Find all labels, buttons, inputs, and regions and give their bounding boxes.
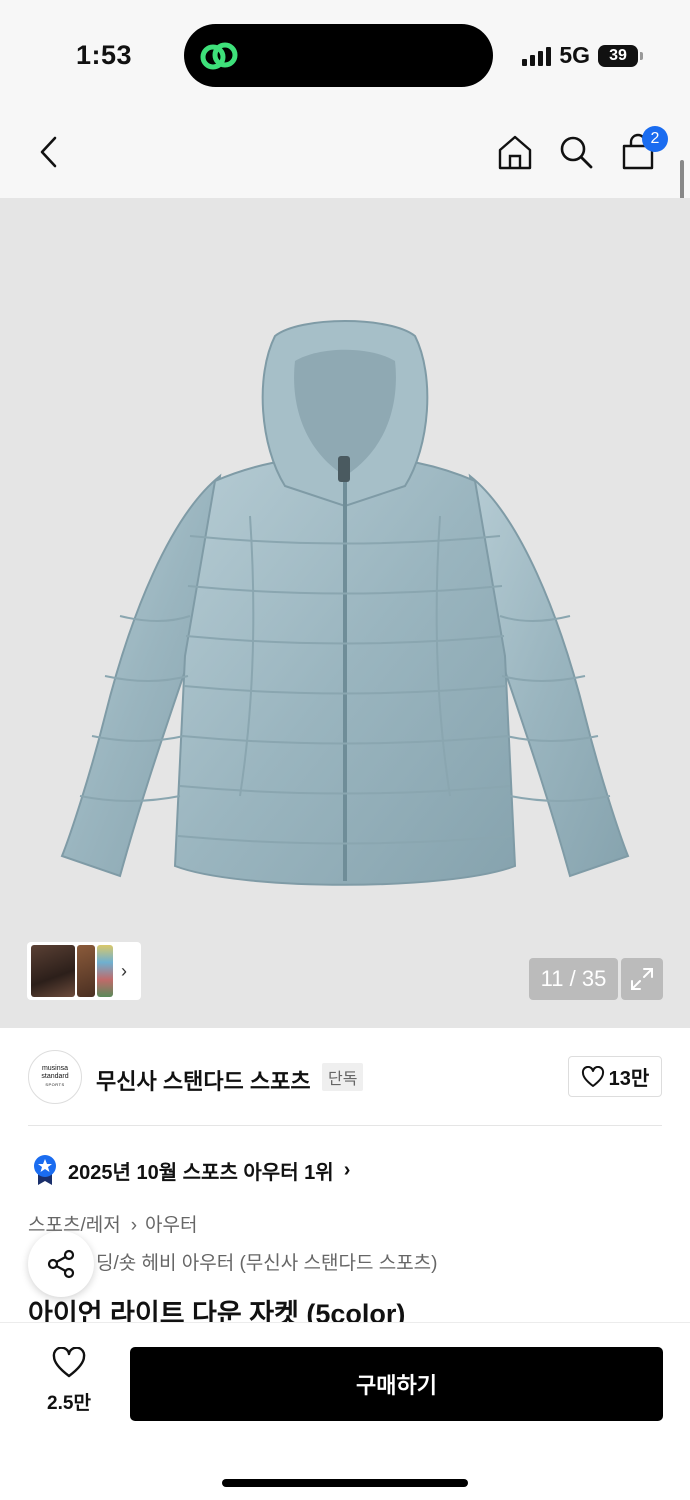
thumbnail-image (97, 945, 113, 997)
exclusive-badge: 단독 (322, 1063, 364, 1091)
ranking-text: 2025년 10월 스포츠 아우터 1위 (68, 1161, 334, 1184)
subcategory-link[interactable]: 딩/숏 헤비 아우터 (무신사 스탠다드 스포츠) (96, 1248, 438, 1275)
bottom-action-bar: 2.5만 구매하기 (0, 1322, 690, 1500)
brand-logo[interactable]: musinsa standard SPORTS (28, 1050, 82, 1104)
status-bar: 1:53 5G 39 (0, 0, 690, 104)
signal-icon (522, 46, 552, 66)
heart-icon (52, 1346, 86, 1378)
brand-logo-text: musinsa (41, 1065, 69, 1072)
share-button[interactable] (28, 1231, 94, 1297)
brand-like-count: 13만 (608, 1068, 650, 1090)
expand-icon (631, 968, 653, 990)
share-icon (47, 1249, 75, 1279)
brand-name-link[interactable]: 무신사 스탠다드 스포츠 (96, 1064, 311, 1096)
thumbnail-strip[interactable]: › (27, 942, 141, 1000)
favorite-button[interactable]: 2.5만 (36, 1346, 102, 1415)
thumbnail-image (31, 945, 75, 997)
home-button[interactable] (493, 130, 537, 174)
favorite-count: 2.5만 (47, 1393, 91, 1414)
thumbnail-image (77, 945, 95, 997)
product-image-gallery[interactable]: › 11 / 35 (0, 198, 690, 1028)
battery-icon: 39 (598, 44, 643, 67)
heart-icon (581, 1065, 604, 1087)
ranking-medal-icon (34, 1155, 56, 1185)
link-app-icon (200, 42, 238, 70)
cart-count-badge: 2 (642, 126, 668, 152)
dynamic-island (184, 24, 493, 87)
ranking-link[interactable]: 2025년 10월 스포츠 아우터 1위 › (32, 1154, 350, 1186)
home-indicator (222, 1479, 468, 1487)
breadcrumb-sub[interactable]: 아우터 (145, 1215, 197, 1236)
chevron-right-icon: › (121, 960, 127, 981)
status-indicators: 5G 39 (522, 42, 643, 69)
network-type: 5G (559, 42, 590, 68)
brand-logo-text: SPORTS (45, 1082, 65, 1087)
cart-button[interactable]: 2 (616, 126, 668, 174)
product-image (60, 320, 630, 886)
image-counter: 11 / 35 (529, 958, 618, 1000)
brand-logo-text: standard (41, 1073, 69, 1080)
home-icon (498, 135, 532, 170)
search-button[interactable] (554, 130, 598, 174)
buy-button[interactable]: 구매하기 (130, 1347, 663, 1421)
status-time: 1:53 (76, 40, 133, 70)
search-icon (560, 136, 593, 169)
chevron-right-icon: › (130, 1215, 138, 1236)
back-button[interactable] (26, 130, 70, 174)
brand-like-button[interactable]: 13만 (568, 1056, 662, 1097)
brand-row: musinsa standard SPORTS 무신사 스탠다드 스포츠 단독 … (0, 1028, 690, 1126)
expand-image-button[interactable] (621, 958, 663, 1000)
chevron-right-icon: › (343, 1158, 351, 1181)
top-nav-bar: 2 (0, 104, 690, 198)
divider (28, 1125, 662, 1126)
back-arrow-icon (40, 136, 57, 168)
